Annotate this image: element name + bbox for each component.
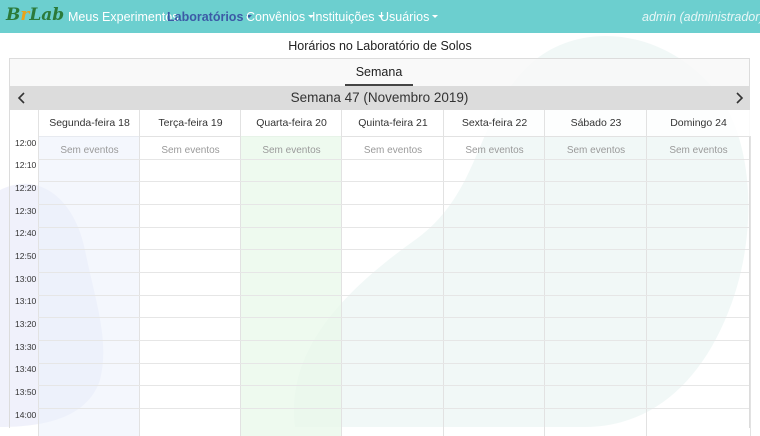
week-navigation-bar: Semana 47 (Novembro 2019)	[10, 86, 749, 110]
nav-label: Usuários	[380, 10, 430, 24]
grid-line	[38, 363, 749, 364]
grid-line	[38, 204, 749, 205]
nav-label: Instituições	[312, 10, 375, 24]
nav-label: Convênios	[246, 10, 306, 24]
view-tabs: Semana	[10, 59, 749, 86]
grid-line	[38, 249, 749, 250]
time-label: 12:00	[15, 138, 37, 148]
page-title: Horários no Laboratório de Solos	[288, 39, 472, 53]
day-header-quarta: Quarta-feira 20	[240, 110, 342, 137]
no-events-label: Sem eventos	[465, 145, 524, 156]
no-events-label: Sem eventos	[262, 145, 321, 156]
grid-line	[38, 295, 749, 296]
nav-usuarios[interactable]: Usuários	[380, 10, 439, 24]
no-events-label: Sem eventos	[669, 145, 728, 156]
no-events-label: Sem eventos	[161, 145, 220, 156]
nav-convenios[interactable]: Convênios	[246, 10, 315, 24]
time-label: 13:00	[15, 274, 37, 284]
day-header-quinta: Quinta-feira 21	[341, 110, 444, 137]
nav-meus-experimentos[interactable]: Meus Experimentos	[68, 10, 178, 24]
nav-label: Laboratórios	[167, 10, 244, 24]
no-events-label: Sem eventos	[363, 145, 423, 156]
no-events-label: Sem eventos	[60, 145, 119, 156]
nav-instituicoes[interactable]: Instituições	[312, 10, 384, 24]
time-label: 12:50	[15, 251, 37, 261]
brlab-logo[interactable]: BrLab	[6, 5, 64, 25]
time-label: 12:10	[15, 160, 37, 170]
day-header-sexta: Sexta-feira 22	[443, 110, 545, 137]
grid-line	[38, 227, 749, 228]
grid-line	[38, 408, 749, 409]
day-header-sabado: Sábado 23	[544, 110, 647, 137]
grid-line	[38, 159, 749, 160]
time-label: 13:30	[15, 342, 37, 352]
caret-down-icon	[432, 15, 439, 18]
user-menu[interactable]: admin (administrador)	[642, 10, 760, 24]
logo-letter-b: B	[6, 5, 21, 25]
day-header-segunda: Segunda-feira 18	[38, 110, 140, 137]
time-label: 13:40	[15, 364, 37, 374]
logo-letter-r: r	[20, 5, 30, 25]
chevron-right-icon[interactable]	[732, 91, 746, 105]
week-title: Semana 47 (Novembro 2019)	[290, 90, 469, 105]
user-name: admin (administrador)	[642, 10, 760, 24]
time-label: 13:20	[15, 319, 37, 329]
grid-line	[38, 181, 749, 182]
tab-semana[interactable]: Semana	[345, 65, 413, 86]
nav-label: Meus Experimentos	[68, 10, 179, 24]
grid-line	[38, 272, 749, 273]
time-label: 14:00	[15, 410, 37, 420]
grid-line	[38, 317, 749, 318]
grid-line	[38, 340, 749, 341]
time-label: 12:40	[15, 228, 37, 238]
grid-line	[38, 385, 749, 386]
day-header-domingo: Domingo 24	[646, 110, 750, 137]
time-label: 12:30	[15, 206, 37, 216]
top-navbar: BrLab Meus Experimentos Laboratórios Con…	[0, 0, 760, 33]
time-label: 12:20	[15, 183, 37, 193]
logo-text-lab: Lab	[29, 5, 65, 25]
no-events-label: Sem eventos	[566, 145, 626, 156]
day-header-terca: Terça-feira 19	[139, 110, 241, 137]
time-label: 13:50	[15, 387, 37, 397]
nav-laboratorios[interactable]: Laboratórios	[167, 10, 253, 24]
week-calendar: Semana Semana 47 (Novembro 2019) Segunda…	[9, 58, 751, 436]
time-label: 13:10	[15, 296, 37, 306]
